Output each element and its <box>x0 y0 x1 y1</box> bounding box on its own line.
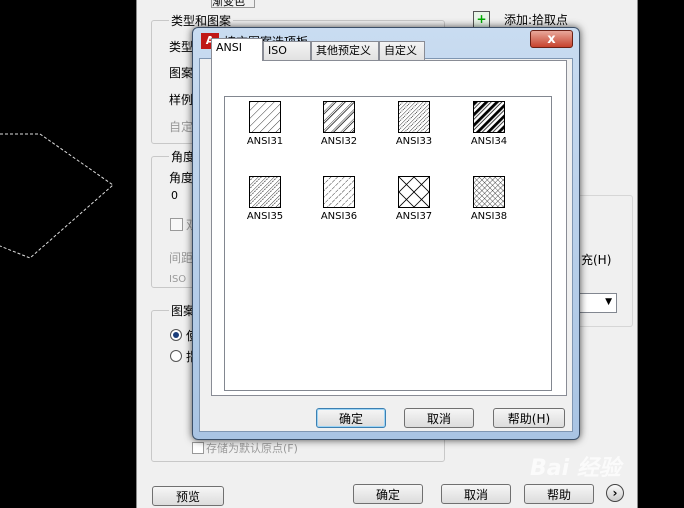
add-pick-points-label: 添加:拾取点 <box>504 13 569 27</box>
cancel-button[interactable]: 取消 <box>404 408 474 428</box>
tab-gradient-label: 渐变色 <box>212 0 245 8</box>
angle-label: 角度 <box>169 171 194 185</box>
tab-iso[interactable]: ISO <box>263 41 311 60</box>
ok-button[interactable]: 确定 <box>316 408 386 428</box>
help-button[interactable]: 帮助(H) <box>493 408 565 428</box>
iso-pen-width-label: ISO <box>169 274 187 285</box>
preview-button-label: 预览 <box>175 490 200 504</box>
cancel-button-label: 取消 <box>426 412 451 426</box>
ansi37-label: ANSI37 <box>395 211 433 222</box>
watermark-text: Bai 经验 <box>530 456 621 481</box>
ok-button-label: 确定 <box>338 412 363 426</box>
bg-help-button[interactable]: 帮助 <box>524 484 594 504</box>
tab-ansi[interactable]: ANSI <box>211 38 263 61</box>
pattern-list: ANSI31 ANSI32 ANSI33 ANSI34 ANSI35 ANSI3… <box>224 96 552 391</box>
tab-other-predefined[interactable]: 其他预定义 <box>311 41 379 60</box>
angle-value[interactable]: 0 <box>171 189 178 202</box>
chevron-down-icon: ▼ <box>605 297 612 307</box>
store-default-origin-label: 存储为默认原点(F) <box>206 442 298 455</box>
bg-ok-label: 确定 <box>375 488 400 502</box>
tab-iso-label: ISO <box>268 44 287 57</box>
tab-gradient[interactable]: 渐变色 <box>211 0 255 8</box>
add-pick-points-icon[interactable]: + <box>473 11 490 28</box>
ansi35-swatch <box>249 176 281 208</box>
bg-cancel-button[interactable]: 取消 <box>441 484 511 504</box>
ansi32-swatch <box>323 101 355 133</box>
hatch-boundary-outline <box>0 133 114 259</box>
more-options-button[interactable]: › <box>606 484 624 502</box>
close-icon: x <box>547 32 556 47</box>
double-checkbox[interactable] <box>170 218 183 231</box>
ansi31-label: ANSI31 <box>246 136 284 147</box>
preview-button[interactable]: 预览 <box>152 486 224 506</box>
ansi35-label: ANSI35 <box>246 211 284 222</box>
pattern-label: 图案 <box>169 66 194 80</box>
ansi36-label: ANSI36 <box>320 211 358 222</box>
sample-label: 样例 <box>169 93 194 107</box>
close-button[interactable]: x <box>530 30 573 48</box>
ansi32-label: ANSI32 <box>320 136 358 147</box>
ansi37-swatch <box>398 176 430 208</box>
ansi33-label: ANSI33 <box>395 136 433 147</box>
ansi38-label: ANSI38 <box>470 211 508 222</box>
custom-label: 自定 <box>169 120 194 134</box>
bg-cancel-label: 取消 <box>463 488 488 502</box>
store-default-origin-checkbox[interactable] <box>192 442 204 454</box>
type-label: 类型 <box>169 40 194 54</box>
spacing-label: 间距 <box>169 251 194 265</box>
ansi36-swatch <box>323 176 355 208</box>
bg-help-label: 帮助 <box>546 488 571 502</box>
specified-origin-radio[interactable] <box>170 350 182 362</box>
tab-custom-label: 自定义 <box>384 44 417 57</box>
ansi34-label: ANSI34 <box>470 136 508 147</box>
tab-other-predefined-label: 其他预定义 <box>316 44 371 57</box>
bg-ok-button[interactable]: 确定 <box>353 484 423 504</box>
ansi34-swatch <box>473 101 505 133</box>
baidu-watermark: Bai 经验 <box>530 450 621 482</box>
fill-option-label: 充(H) <box>581 253 612 267</box>
use-current-origin-radio[interactable] <box>170 329 182 341</box>
ansi31-swatch <box>249 101 281 133</box>
ansi33-swatch <box>398 101 430 133</box>
ansi38-swatch <box>473 176 505 208</box>
tab-ansi-label: ANSI <box>216 41 242 54</box>
tab-custom[interactable]: 自定义 <box>379 41 425 60</box>
help-button-label: 帮助(H) <box>507 412 551 426</box>
chevron-right-icon: › <box>612 486 618 500</box>
